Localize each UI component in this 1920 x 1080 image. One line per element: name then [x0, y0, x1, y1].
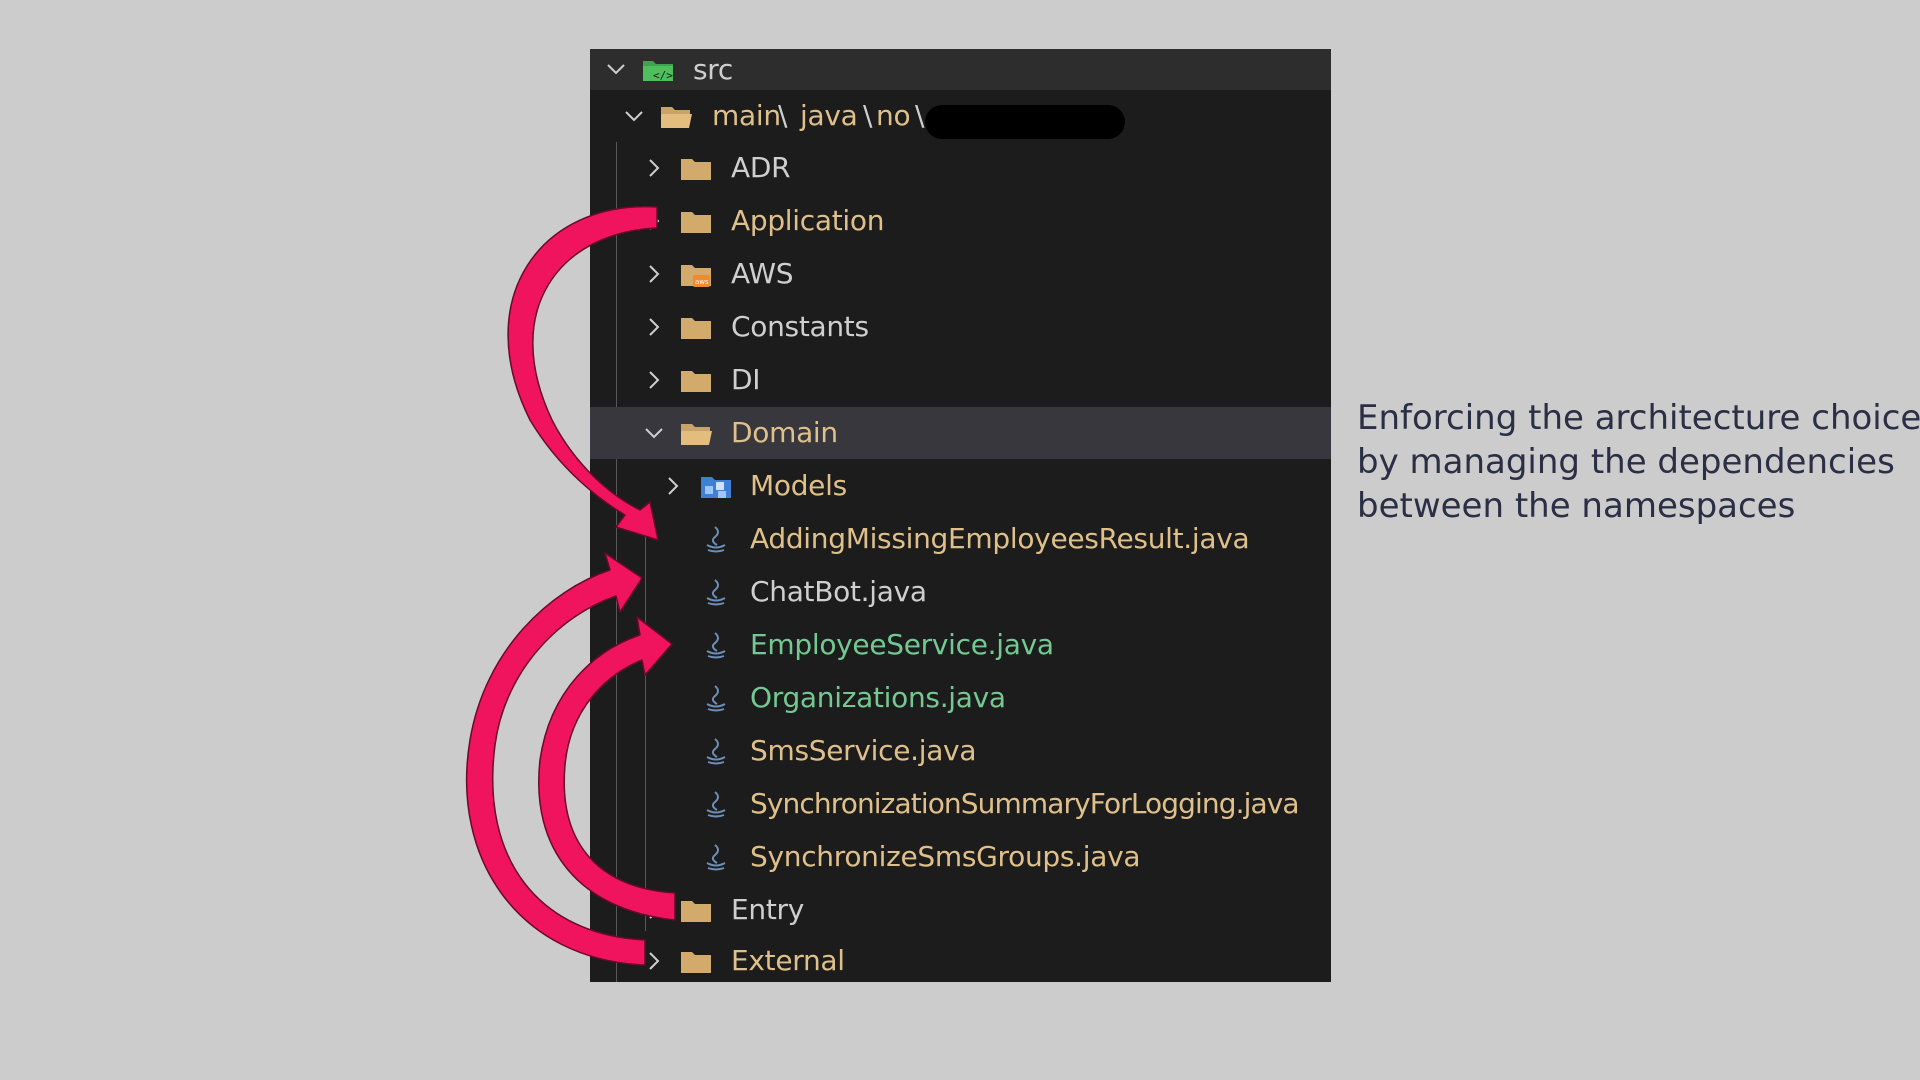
tree-item-label: EmployeeService.java	[750, 628, 1054, 661]
redaction-mark	[925, 105, 1125, 139]
tree-item-models[interactable]: Models	[590, 460, 1331, 512]
tree-item-label: SynchronizeSmsGroups.java	[750, 840, 1141, 873]
chevron-right-icon[interactable]	[636, 943, 672, 979]
tree-item-java-file[interactable]: SynchronizeSmsGroups.java	[590, 831, 1331, 883]
tree-item-constants[interactable]: Constants	[590, 301, 1331, 353]
path-separator: \	[778, 99, 788, 132]
folder-icon	[678, 892, 714, 928]
folder-open-icon	[678, 415, 714, 451]
chevron-right-icon[interactable]	[636, 256, 672, 292]
chevron-down-icon[interactable]	[616, 98, 652, 134]
caption-text: Enforcing the architecture choice by man…	[1357, 396, 1920, 528]
tree-item-aws[interactable]: aws AWS	[590, 248, 1331, 300]
java-file-icon	[698, 839, 734, 875]
tree-item-label: ADR	[731, 151, 791, 184]
path-segment: main	[712, 99, 781, 132]
caption-line: Enforcing the architecture choice	[1357, 398, 1920, 438]
chevron-right-icon[interactable]	[636, 362, 672, 398]
java-file-icon	[698, 574, 734, 610]
tree-item-label: DI	[731, 363, 761, 396]
tree-item-label: ChatBot.java	[750, 575, 927, 608]
tree-item-java-file[interactable]: EmployeeService.java	[590, 619, 1331, 671]
models-folder-icon	[698, 468, 734, 504]
tree-item-label: Entry	[731, 893, 804, 926]
svg-text:aws: aws	[695, 278, 709, 286]
tree-item-label: AWS	[731, 257, 794, 290]
tree-item-label: Models	[750, 469, 847, 502]
tree-item-java-file[interactable]: SmsService.java	[590, 725, 1331, 777]
path-segment: java	[800, 99, 858, 132]
tree-item-label: Domain	[731, 416, 838, 449]
tree-item-di[interactable]: DI	[590, 354, 1331, 406]
java-file-icon	[698, 521, 734, 557]
java-file-icon	[698, 786, 734, 822]
tree-item-java-file[interactable]: ChatBot.java	[590, 566, 1331, 618]
java-file-icon	[698, 627, 734, 663]
folder-open-icon	[658, 98, 694, 134]
path-segment: no	[876, 99, 911, 132]
tree-item-label: AddingMissingEmployeesResult.java	[750, 522, 1250, 555]
folder-icon	[678, 203, 714, 239]
folder-icon	[678, 943, 714, 979]
java-file-icon	[698, 680, 734, 716]
tree-item-label: Constants	[731, 310, 869, 343]
path-separator: \	[915, 99, 925, 132]
chevron-right-icon[interactable]	[636, 892, 672, 928]
tree-item-java-file[interactable]: SynchronizationSummaryForLogging.java	[590, 778, 1331, 830]
tree-item-java-file[interactable]: AddingMissingEmployeesResult.java	[590, 513, 1331, 565]
tree-item-external[interactable]: External	[590, 937, 1331, 982]
source-folder-icon: </>	[640, 51, 676, 87]
file-explorer: </> src main \ java \ no \ ADR Applicati…	[590, 49, 1331, 982]
tree-item-domain[interactable]: Domain	[590, 407, 1331, 459]
caption-line: between the namespaces	[1357, 486, 1796, 526]
tree-item-label: Application	[731, 204, 885, 237]
tree-root-src[interactable]: </> src	[590, 49, 1331, 90]
caption-line: by managing the dependencies	[1357, 442, 1895, 482]
folder-icon	[678, 362, 714, 398]
folder-icon	[678, 150, 714, 186]
chevron-down-icon[interactable]	[636, 415, 672, 451]
chevron-right-icon[interactable]	[636, 150, 672, 186]
tree-item-label: SmsService.java	[750, 734, 977, 767]
chevron-right-icon[interactable]	[636, 309, 672, 345]
java-file-icon	[698, 733, 734, 769]
folder-icon	[678, 309, 714, 345]
tree-item-label: src	[693, 53, 733, 86]
path-separator: \	[863, 99, 873, 132]
tree-item-entry[interactable]: Entry	[590, 884, 1331, 936]
chevron-right-icon[interactable]	[636, 203, 672, 239]
chevron-right-icon[interactable]	[655, 468, 691, 504]
chevron-down-icon[interactable]	[598, 51, 634, 87]
tree-item-label: External	[731, 944, 845, 977]
tree-item-label: SynchronizationSummaryForLogging.java	[750, 787, 1300, 820]
tree-item-java-file[interactable]: Organizations.java	[590, 672, 1331, 724]
tree-item-adr[interactable]: ADR	[590, 142, 1331, 194]
tree-item-label: Organizations.java	[750, 681, 1006, 714]
svg-text:</>: </>	[653, 69, 673, 82]
tree-item-application[interactable]: Application	[590, 195, 1331, 247]
aws-folder-icon: aws	[678, 256, 714, 292]
